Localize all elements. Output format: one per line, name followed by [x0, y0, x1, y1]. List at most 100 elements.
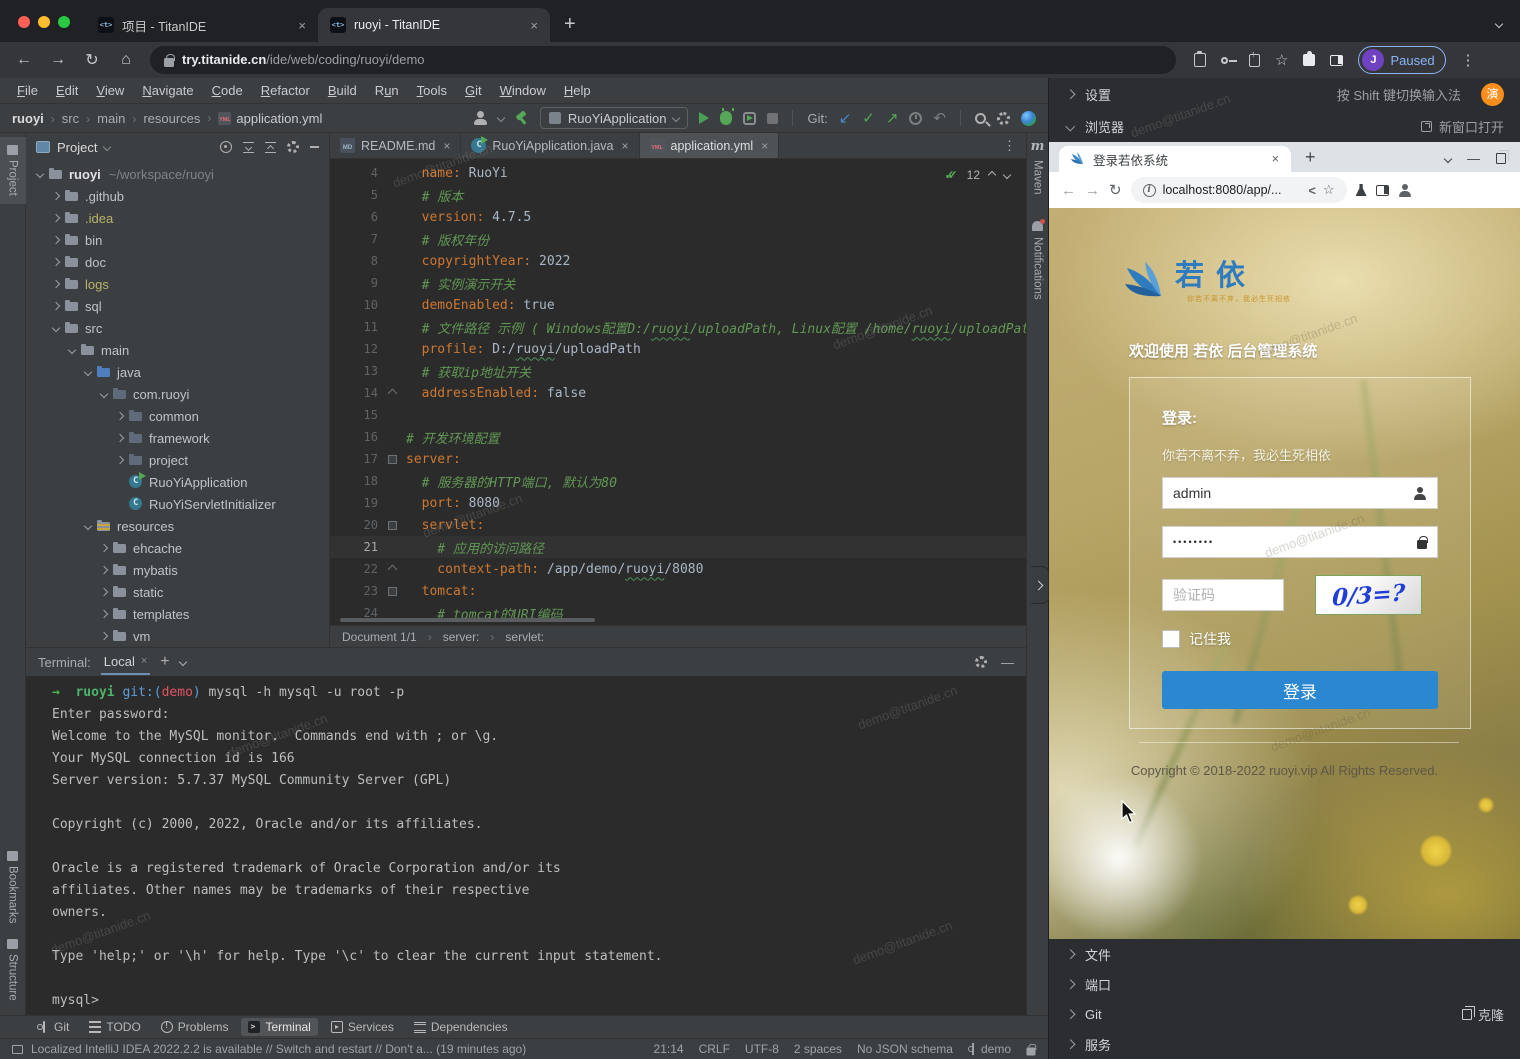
terminal-tab-local[interactable]: Local× [101, 650, 151, 675]
breadcrumb-item[interactable]: resources [143, 111, 200, 126]
menu-item[interactable]: Help [555, 83, 600, 98]
tree-item[interactable]: logs [26, 273, 329, 295]
tree-item[interactable]: resources [26, 515, 329, 537]
back-icon[interactable]: ← [1061, 182, 1076, 199]
tree-item[interactable]: bin [26, 229, 329, 251]
new-tab-icon[interactable]: + [1291, 147, 1330, 172]
panel-section-row[interactable]: Git 克隆 [1049, 999, 1520, 1029]
menu-item[interactable]: Build [319, 83, 366, 98]
git-commit-icon[interactable]: ✓ [862, 109, 875, 127]
fold-marker-icon[interactable] [378, 521, 406, 530]
code-line[interactable]: 18 # 服务器的HTTP端口, 默认为80 [330, 470, 1026, 492]
maximize-window-button[interactable] [58, 16, 70, 28]
hide-panel-icon[interactable] [310, 146, 319, 148]
tree-chevron-icon[interactable] [48, 259, 64, 265]
menu-item[interactable]: Window [491, 83, 555, 98]
user-account-icon[interactable] [473, 111, 487, 125]
tree-item[interactable]: static [26, 581, 329, 603]
site-info-icon[interactable] [1143, 184, 1156, 197]
tree-chevron-icon[interactable] [48, 193, 64, 199]
tree-chevron-icon[interactable] [96, 567, 112, 573]
side-panel-icon[interactable] [1330, 55, 1343, 66]
run-configuration-select[interactable]: RuoYiApplication [540, 107, 689, 129]
horizontal-scrollbar[interactable] [340, 618, 595, 622]
menu-item[interactable]: File [8, 83, 47, 98]
caret-position[interactable]: 21:14 [654, 1042, 684, 1056]
tree-item[interactable]: templates [26, 603, 329, 625]
editor-tab-readme[interactable]: README.md × [330, 133, 461, 158]
close-window-button[interactable] [18, 16, 30, 28]
tree-item[interactable]: ehcache [26, 537, 329, 559]
panel-options-gear-icon[interactable] [287, 141, 299, 153]
stop-button[interactable] [767, 113, 778, 124]
profile-icon[interactable] [1398, 184, 1412, 197]
editor-tab-application-java[interactable]: RuoYiApplication.java × [461, 133, 639, 158]
tree-item[interactable]: doc [26, 251, 329, 273]
fold-marker-icon[interactable] [378, 390, 406, 397]
tree-chevron-icon[interactable] [80, 369, 96, 375]
chrome-menu-icon[interactable]: ⋮ [1461, 51, 1476, 69]
git-push-icon[interactable]: ↗ [886, 109, 899, 127]
close-tab-icon[interactable]: × [443, 139, 450, 153]
fold-marker-icon[interactable] [378, 455, 406, 464]
indent-indicator[interactable]: 2 spaces [794, 1042, 842, 1056]
bookmark-star-icon[interactable]: ☆ [1323, 182, 1335, 198]
close-tab-icon[interactable]: × [621, 139, 628, 153]
status-message[interactable]: Localized IntelliJ IDEA 2022.2.2 is avai… [31, 1042, 526, 1056]
reload-icon[interactable]: ↻ [78, 50, 106, 70]
tree-chevron-icon[interactable] [48, 237, 64, 243]
breadcrumb-item[interactable]: main [97, 111, 125, 126]
flask-extension-icon[interactable] [1356, 184, 1367, 196]
run-with-coverage-button[interactable] [743, 112, 756, 125]
tool-window-button[interactable]: Dependencies [407, 1018, 515, 1036]
tree-chevron-icon[interactable] [112, 413, 128, 419]
close-tab-icon[interactable]: × [761, 139, 768, 153]
run-button[interactable] [699, 112, 709, 124]
code-line[interactable]: 17 server: [330, 448, 1026, 470]
tree-chevron-icon[interactable] [48, 281, 64, 287]
code-line[interactable]: 13 # 获取ip地址开关 [330, 360, 1026, 382]
tool-window-button[interactable]: Problems [154, 1018, 236, 1036]
menu-item[interactable]: Tools [408, 83, 456, 98]
browser-dropdown-icon[interactable] [1444, 154, 1452, 162]
maven-icon[interactable]: m [1031, 139, 1045, 154]
captcha-input[interactable] [1162, 579, 1284, 611]
tree-item[interactable]: project [26, 449, 329, 471]
code-line[interactable]: 14 addressEnabled: false [330, 382, 1026, 404]
new-terminal-icon[interactable]: + [160, 653, 169, 671]
tree-chevron-icon[interactable] [48, 325, 64, 331]
tree-chevron-icon[interactable] [96, 589, 112, 595]
section-browser[interactable]: 浏览器 新窗口打开 [1049, 110, 1520, 142]
tree-chevron-icon[interactable] [96, 545, 112, 551]
share-icon[interactable]: < [1308, 183, 1316, 198]
breadcrumb-file[interactable]: application.yml [218, 111, 322, 126]
code-line[interactable]: 10 demoEnabled: true [330, 294, 1026, 316]
minimize-window-button[interactable] [38, 16, 50, 28]
home-icon[interactable]: ⌂ [112, 51, 140, 69]
tree-item[interactable]: ruoyi ~/workspace/ruoyi [26, 163, 329, 185]
menu-item[interactable]: Edit [47, 83, 87, 98]
code-line[interactable]: 6 version: 4.7.5 [330, 206, 1026, 228]
username-field[interactable]: admin [1162, 477, 1438, 509]
menu-item[interactable]: Navigate [133, 83, 202, 98]
panel-section-row[interactable]: 文件 [1049, 939, 1520, 969]
tool-window-switcher-icon[interactable] [12, 1045, 23, 1054]
tree-chevron-icon[interactable] [32, 171, 48, 177]
code-area[interactable]: 4 name: RuoYi 5 # 版本 [330, 159, 1026, 625]
tool-strip-structure[interactable]: Structure [7, 931, 19, 1009]
forward-icon[interactable]: → [44, 51, 72, 69]
code-line[interactable]: 12 profile: D:/ruoyi/uploadPath [330, 338, 1026, 360]
yaml-breadcrumb-item[interactable]: Document 1/1 [342, 630, 417, 644]
code-line[interactable]: 11 # 文件路径 示例 ( Windows配置D:/ruoyi/uploadP… [330, 316, 1026, 338]
close-tab-icon[interactable]: × [530, 18, 538, 33]
tool-strip-notifications[interactable]: Notifications [1032, 237, 1044, 300]
tree-chevron-icon[interactable] [96, 633, 112, 639]
fold-marker-icon[interactable] [378, 566, 406, 573]
code-line[interactable]: 21 # 应用的访问路径 [330, 536, 1026, 558]
prev-problem-icon[interactable] [988, 171, 996, 179]
minimize-panel-icon[interactable]: — [1001, 655, 1014, 670]
code-line[interactable]: 16 # 开发环境配置 [330, 426, 1026, 448]
search-everywhere-icon[interactable] [975, 113, 986, 124]
code-line[interactable]: 23 tomcat: [330, 580, 1026, 602]
menu-item[interactable]: Code [203, 83, 252, 98]
